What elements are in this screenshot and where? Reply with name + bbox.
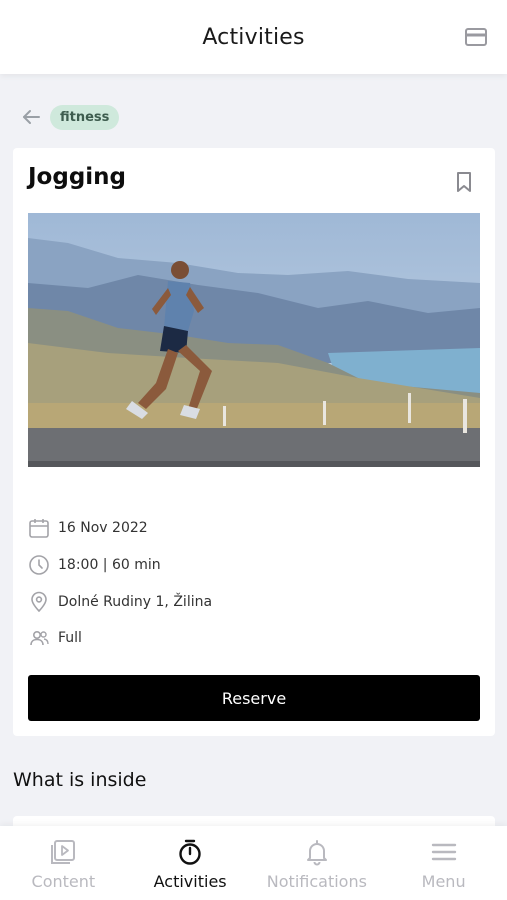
page-title: Activities	[202, 24, 305, 50]
time-row: 18:00 | 60 min	[28, 553, 161, 577]
tab-menu[interactable]: Menu	[380, 826, 507, 900]
capacity-text: Full	[58, 630, 82, 646]
people-icon	[30, 631, 49, 646]
breadcrumb: fitness	[20, 103, 120, 131]
time-text: 18:00 | 60 min	[58, 557, 161, 573]
card-icon[interactable]	[465, 28, 487, 46]
activity-title: Jogging	[28, 164, 127, 190]
activity-photo	[28, 213, 480, 467]
tab-activities[interactable]: Activities	[127, 826, 254, 900]
play-icon	[51, 840, 76, 864]
location-text: Dolné Rudiny 1, Žilina	[58, 594, 213, 610]
bell-icon	[306, 840, 327, 866]
tab-label: Menu	[421, 872, 466, 891]
tab-label: Notifications	[266, 872, 367, 891]
location-pin-icon	[31, 591, 47, 613]
section-title: What is inside	[13, 769, 147, 791]
tab-label: Activities	[153, 872, 227, 891]
back-arrow-icon[interactable]	[20, 106, 42, 128]
bookmark-icon[interactable]	[455, 171, 473, 193]
bottom-tab-bar: Content Activities Notifications Menu	[0, 826, 507, 900]
tab-notifications[interactable]: Notifications	[254, 826, 381, 900]
category-tag[interactable]: fitness	[50, 104, 120, 130]
capacity-row: Full	[28, 626, 82, 650]
menu-icon	[431, 843, 456, 861]
date-text: 16 Nov 2022	[58, 520, 148, 536]
tab-label: Content	[31, 872, 96, 891]
top-bar: Activities	[0, 0, 507, 74]
activity-card: Jogging 16 Nov 2022 18:00 | 60 min Dolné…	[13, 148, 495, 736]
tab-content[interactable]: Content	[0, 826, 127, 900]
date-row: 16 Nov 2022	[28, 516, 148, 540]
stopwatch-icon	[179, 839, 201, 865]
clock-icon	[29, 555, 49, 575]
reserve-button[interactable]: Reserve	[28, 675, 480, 721]
location-row: Dolné Rudiny 1, Žilina	[28, 590, 212, 614]
calendar-icon	[29, 519, 49, 538]
